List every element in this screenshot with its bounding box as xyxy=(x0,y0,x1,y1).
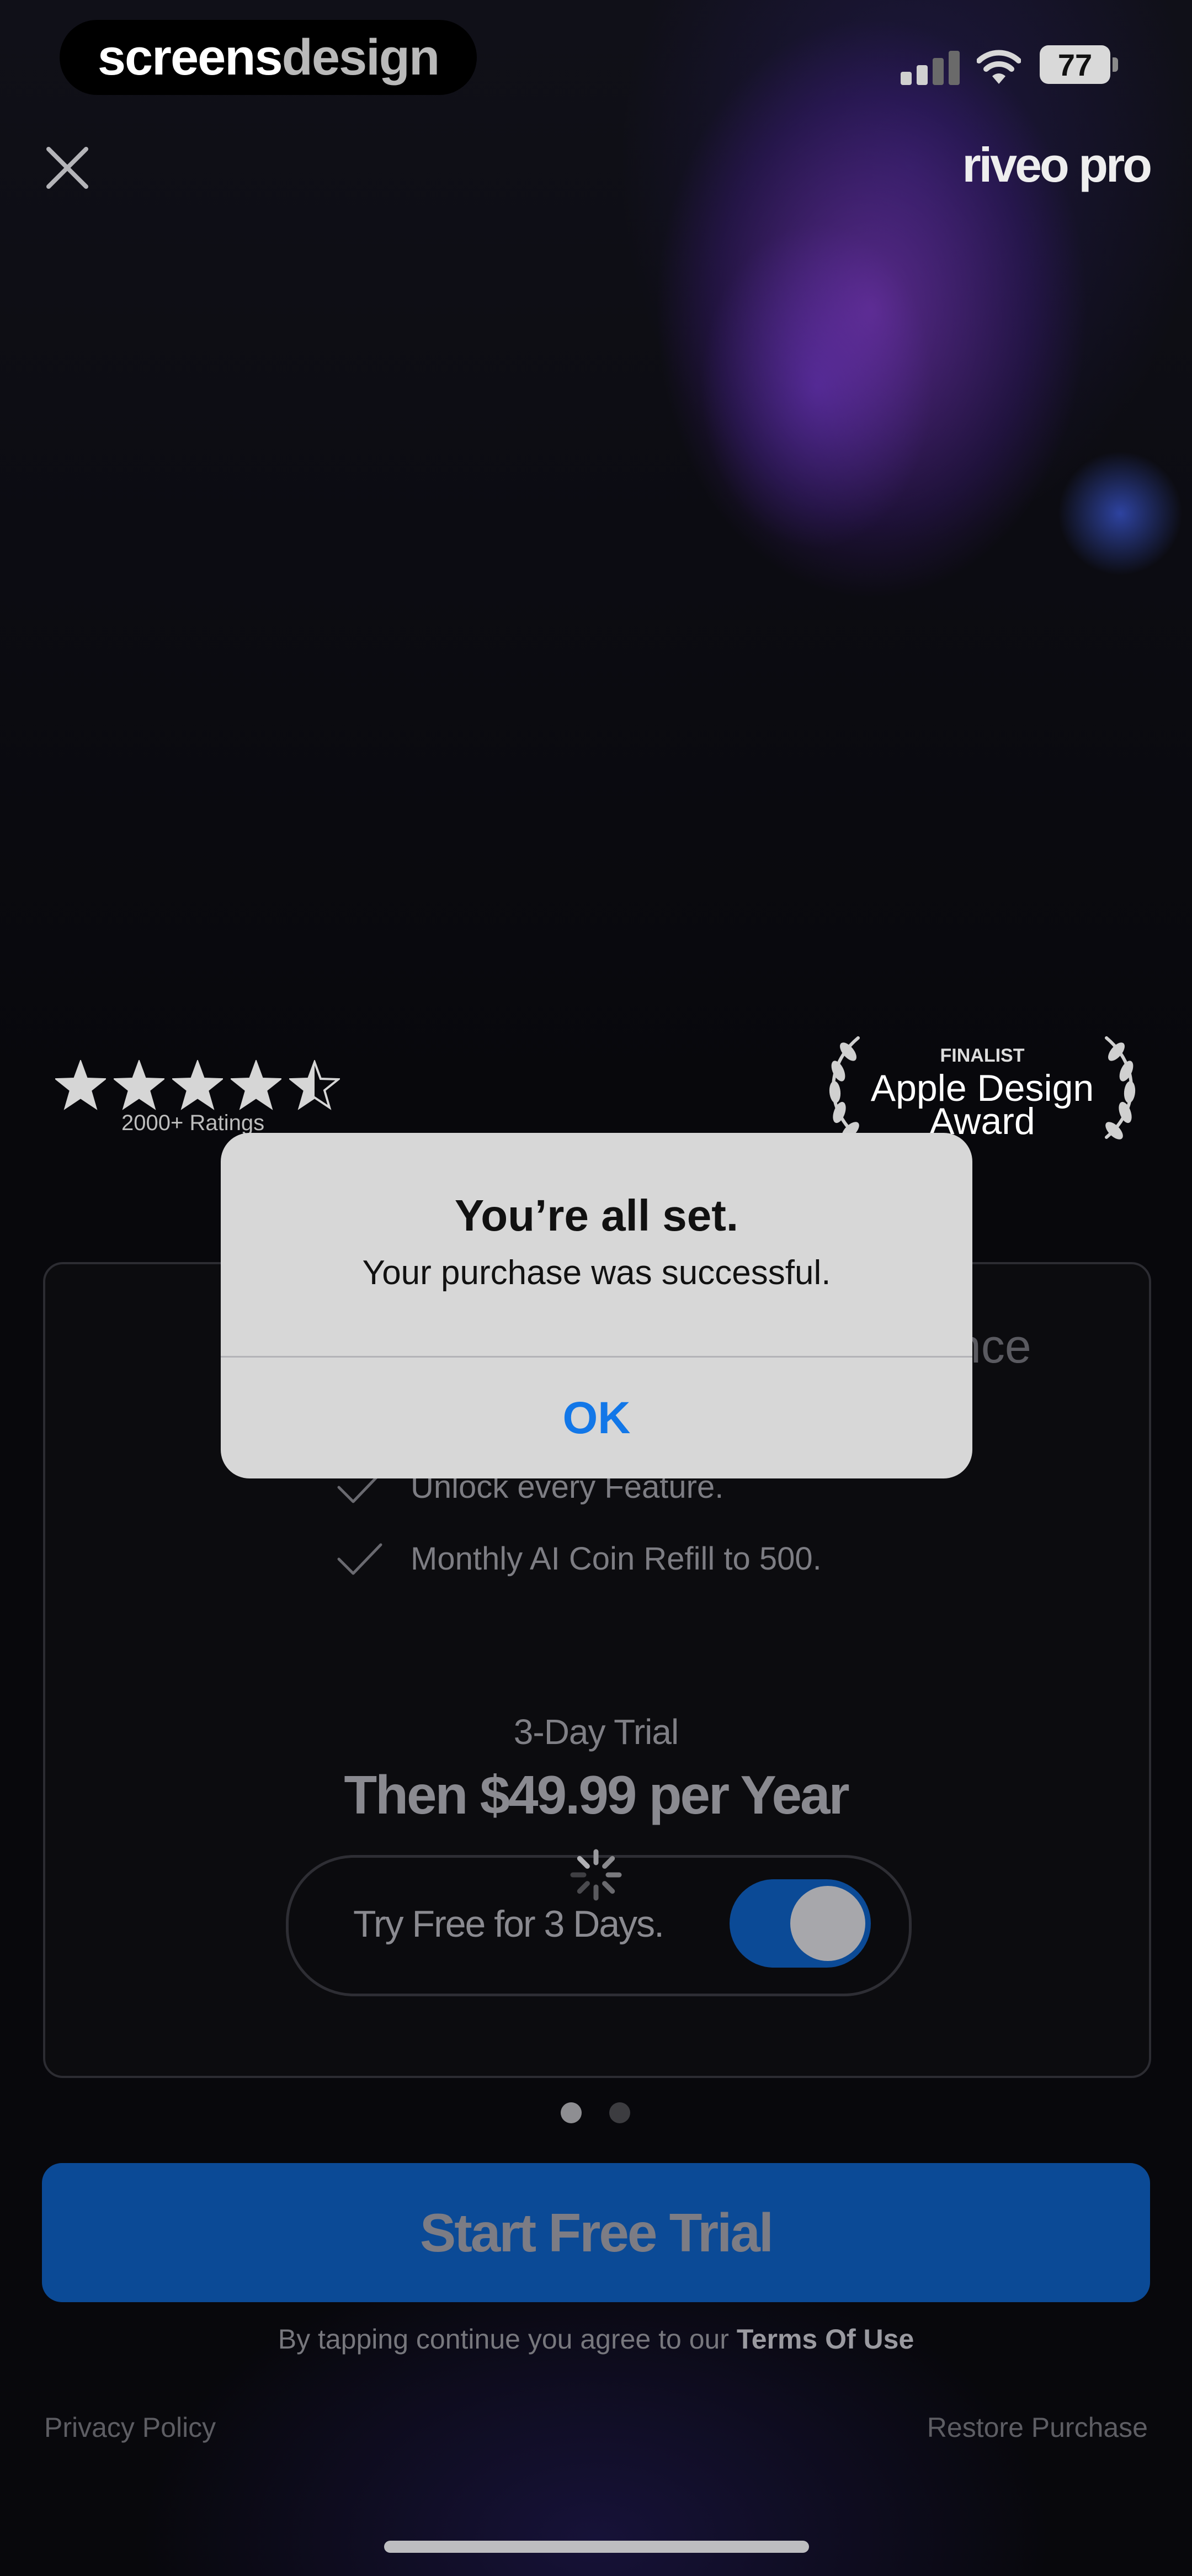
loading-spinner-icon xyxy=(570,1849,622,1901)
star-filled-icon xyxy=(172,1060,223,1110)
brand-watermark: screens design xyxy=(60,20,477,95)
alert-title: You’re all set. xyxy=(454,1191,739,1240)
rating-stars xyxy=(55,1060,342,1113)
free-trial-toggle-label: Try Free for 3 Days. xyxy=(353,1903,664,1945)
wifi-icon xyxy=(977,50,1021,84)
privacy-policy-link[interactable]: Privacy Policy xyxy=(44,2411,216,2444)
battery-tip xyxy=(1113,57,1118,72)
app-logo: riveo pro xyxy=(962,137,1152,192)
terms-notice: By tapping continue you agree to our Ter… xyxy=(0,2323,1192,2355)
award-finalist-label: FINALIST xyxy=(940,1045,1025,1066)
restore-purchase-link[interactable]: Restore Purchase xyxy=(927,2411,1148,2444)
start-free-trial-label: Start Free Trial xyxy=(419,2202,774,2263)
ratings-count-label: 2000+ Ratings xyxy=(121,1111,265,1135)
page-indicator xyxy=(561,2102,632,2124)
feature-item: Monthly AI Coin Refill to 500. xyxy=(337,1540,822,1577)
terms-prefix: By tapping continue you agree to our xyxy=(278,2324,737,2355)
checkmark-icon xyxy=(337,1543,382,1575)
brand-part2: design xyxy=(281,29,440,86)
switch-knob xyxy=(790,1886,865,1961)
price-label: Then $49.99 per Year xyxy=(344,1764,849,1825)
home-indicator xyxy=(384,2541,809,2553)
purchase-success-alert: You’re all set. Your purchase was succes… xyxy=(221,1133,972,1478)
cellular-signal-icon xyxy=(901,51,960,85)
page-dot xyxy=(561,2102,582,2123)
ok-button[interactable]: OK xyxy=(221,1358,972,1478)
star-half-icon xyxy=(289,1060,340,1110)
page-dot xyxy=(609,2102,630,2123)
battery-indicator: 77 xyxy=(1040,45,1110,84)
feature-label: Monthly AI Coin Refill to 500. xyxy=(411,1541,822,1577)
start-free-trial-button[interactable]: Start Free Trial xyxy=(42,2163,1150,2302)
alert-message: Your purchase was successful. xyxy=(362,1254,831,1292)
star-filled-icon xyxy=(55,1060,106,1110)
star-filled-icon xyxy=(231,1060,281,1110)
brand-part1: screens xyxy=(97,29,283,86)
star-filled-icon xyxy=(114,1060,164,1110)
trial-label: 3-Day Trial xyxy=(513,1712,679,1752)
close-icon[interactable] xyxy=(41,141,94,194)
terms-of-use-link[interactable]: Terms Of Use xyxy=(737,2324,914,2355)
